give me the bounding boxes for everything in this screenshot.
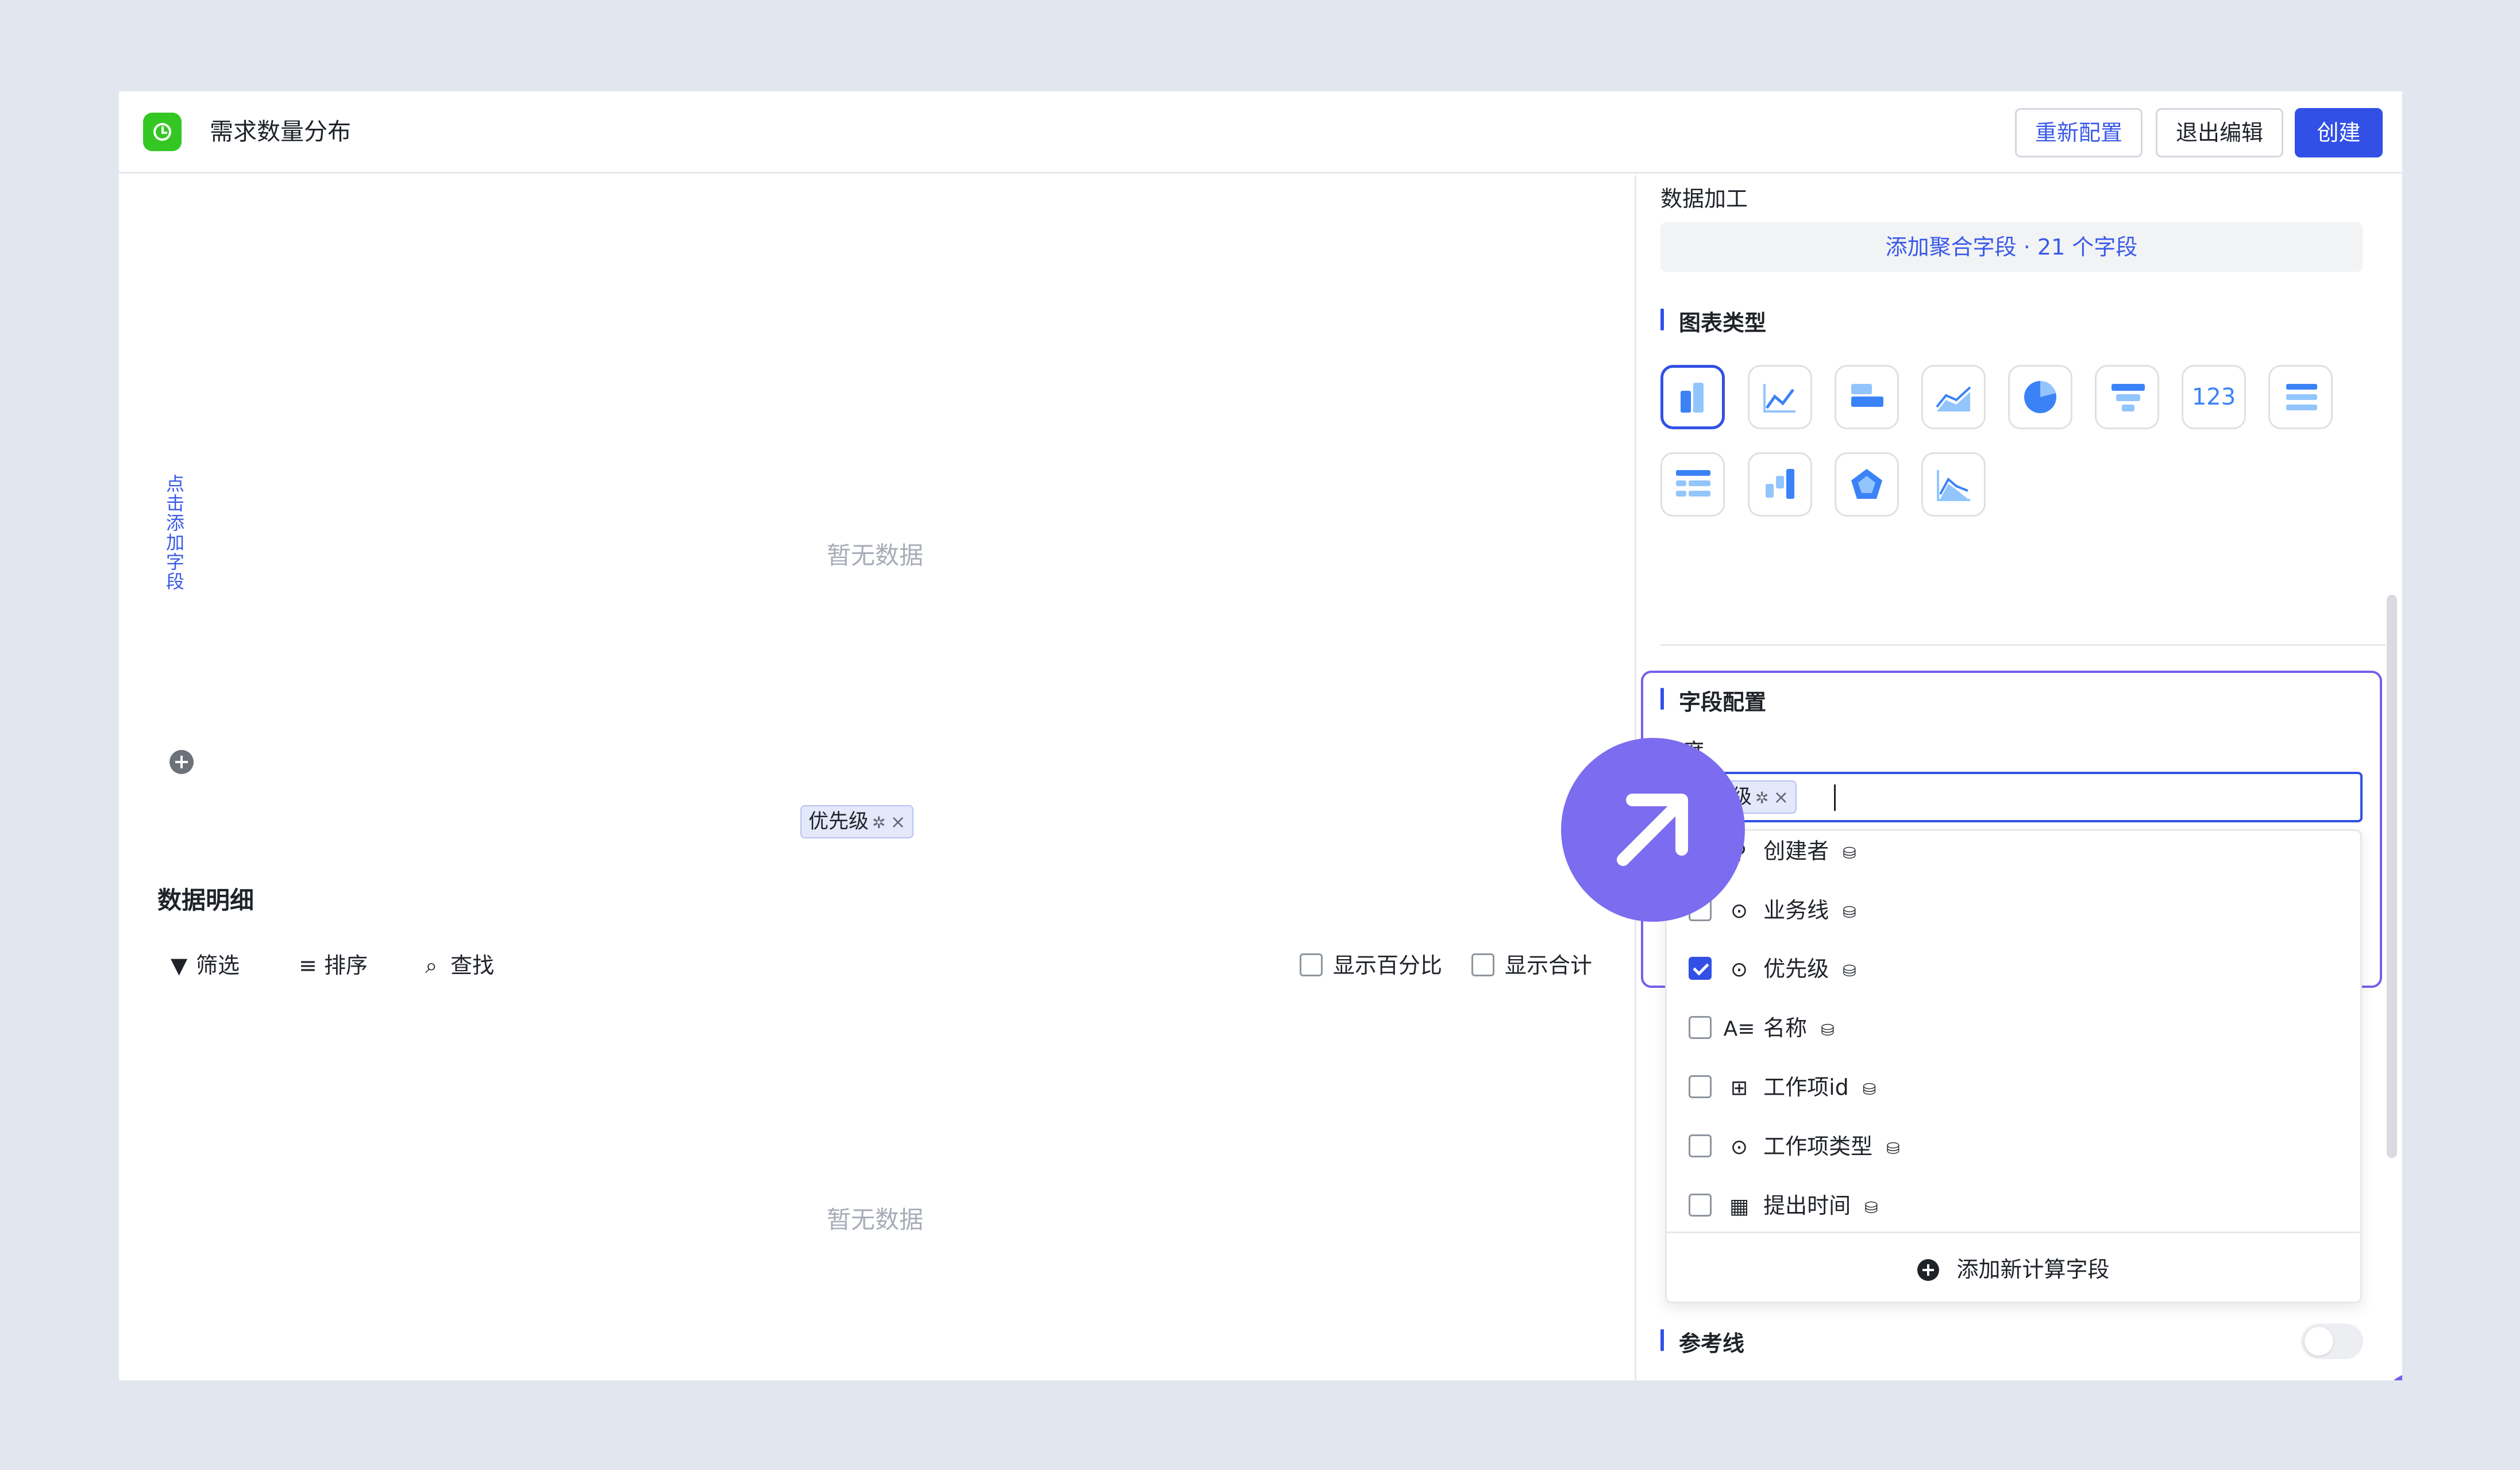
option-checkbox[interactable] xyxy=(1689,1134,1712,1157)
pie-chart-icon[interactable] xyxy=(2008,365,2072,429)
filter-icon: ▼ xyxy=(171,953,188,978)
top-bar: 需求数量分布 重新配置 退出编辑 创建 xyxy=(119,91,2402,174)
database-icon: ⛁ xyxy=(1821,1021,1835,1040)
dropdown-option[interactable]: ⊙ 工作项类型 ⛁ xyxy=(1689,1126,1900,1167)
field-config-heading: 字段配置 xyxy=(1660,684,1766,716)
option-checkbox[interactable] xyxy=(1689,1075,1712,1098)
dropdown-divider xyxy=(1667,1232,2360,1233)
show-percent-label: 显示百分比 xyxy=(1333,953,1443,978)
database-icon: ⛁ xyxy=(1843,961,1856,980)
database-icon: ⛁ xyxy=(1843,844,1856,863)
waterfall-chart-icon[interactable] xyxy=(1748,452,1812,517)
filter-label: 筛选 xyxy=(196,953,240,978)
select-circle-icon: ⊙ xyxy=(1730,1136,1748,1159)
reference-line-heading: 参考线 xyxy=(1660,1326,1744,1357)
show-percent-option[interactable]: 显示百分比 xyxy=(1300,948,1442,983)
config-panel: 数据加工 添加聚合字段 · 21 个字段 图表类型 123 字段配置 ✲ × 参… xyxy=(1636,175,2402,1380)
pivot-table-icon[interactable] xyxy=(1660,452,1725,517)
search-icon: ⌕ xyxy=(425,953,438,978)
create-button[interactable]: 创建 xyxy=(2295,108,2383,157)
close-icon[interactable]: × xyxy=(1773,786,1789,808)
data-processing-label: 数据加工 xyxy=(1660,186,1748,211)
filter-button[interactable]: ▼ 筛选 xyxy=(171,948,240,983)
dropdown-option[interactable]: A≡ 名称 ⛁ xyxy=(1689,1008,1835,1048)
reference-line-toggle[interactable] xyxy=(2301,1323,2363,1359)
column-chart-icon[interactable] xyxy=(1660,365,1725,429)
database-icon: ⛁ xyxy=(1862,1080,1876,1099)
option-label: 名称 xyxy=(1763,1015,1808,1041)
add-calc-field-button[interactable]: 添加新计算字段 xyxy=(1667,1241,2360,1298)
chart-empty-text: 暂无数据 xyxy=(827,541,924,569)
option-checkbox[interactable] xyxy=(1689,1194,1712,1217)
gear-icon[interactable]: ✲ xyxy=(1755,788,1768,807)
add-field-vertical-link[interactable]: 点击添加字段 xyxy=(162,474,185,591)
database-icon: ⛁ xyxy=(1843,903,1856,922)
text-caret xyxy=(1834,784,1836,811)
exit-edit-button[interactable]: 退出编辑 xyxy=(2156,108,2283,157)
gear-icon[interactable]: ✲ xyxy=(872,813,885,832)
number-card-icon[interactable]: 123 xyxy=(2182,365,2246,429)
option-checkbox[interactable] xyxy=(1689,1016,1712,1039)
add-plus-icon[interactable] xyxy=(169,750,194,774)
list-chart-icon[interactable] xyxy=(2268,365,2333,429)
dropdown-option[interactable]: ⊙ 优先级 ⛁ xyxy=(1689,949,1856,989)
report-editor-window: 需求数量分布 重新配置 退出编辑 创建 点击添加字段 暂无数据 优先级 ✲ × 数据… xyxy=(119,91,2402,1380)
option-label: 优先级 xyxy=(1763,956,1829,982)
panel-scrollbar[interactable] xyxy=(2387,595,2397,1158)
section-divider xyxy=(1660,644,2386,646)
help-button[interactable]: ?帮助 xyxy=(2383,1373,2402,1380)
sort-button[interactable]: ≡ 排序 xyxy=(299,948,368,983)
dimension-dropdown: ⚲ 创建者⛁ ⊙ 业务线⛁ ⊙ 优先级⛁ A≡ 名称⛁ ⊞ 工作项id⛁ ⊙ 工… xyxy=(1665,829,2362,1303)
text-field-icon: A≡ xyxy=(1723,1017,1755,1041)
add-circle-icon xyxy=(1917,1259,1940,1281)
add-aggregate-field-button[interactable]: 添加聚合字段 · 21 个字段 xyxy=(1660,222,2363,272)
database-icon: ⛁ xyxy=(1864,1198,1878,1217)
table-empty-text: 暂无数据 xyxy=(827,1206,924,1234)
x-axis-dimension-chip[interactable]: 优先级 ✲ × xyxy=(800,805,914,838)
line-chart-icon[interactable] xyxy=(1748,365,1812,429)
arrow-up-right-icon xyxy=(1561,738,1745,922)
radar-chart-icon[interactable] xyxy=(1835,452,1899,517)
calendar-icon: ▦ xyxy=(1729,1195,1749,1218)
option-label: 提出时间 xyxy=(1763,1193,1851,1218)
option-label: 工作项类型 xyxy=(1763,1134,1873,1159)
bar-chart-icon[interactable] xyxy=(1835,365,1899,429)
sort-icon: ≡ xyxy=(299,953,317,978)
sort-label: 排序 xyxy=(324,953,368,978)
database-icon: ⛁ xyxy=(1886,1139,1900,1158)
chip-label: 优先级 xyxy=(808,810,869,833)
reconfigure-button[interactable]: 重新配置 xyxy=(2015,108,2143,157)
option-label: 工作项id xyxy=(1763,1075,1849,1100)
chart-type-heading: 图表类型 xyxy=(1660,305,1766,337)
select-circle-icon: ⊙ xyxy=(1730,958,1748,982)
dashboard-app-icon xyxy=(143,113,182,151)
show-total-label: 显示合计 xyxy=(1505,953,1593,978)
number-field-icon: ⊞ xyxy=(1730,1076,1748,1100)
option-label: 创建者 xyxy=(1763,838,1829,864)
search-button[interactable]: ⌕ 查找 xyxy=(425,948,494,983)
search-label: 查找 xyxy=(450,953,495,978)
dropdown-option[interactable]: ⊞ 工作项id ⛁ xyxy=(1689,1067,1876,1107)
option-label: 业务线 xyxy=(1763,898,1829,923)
dimension-select-input[interactable]: 优先级✲× xyxy=(1660,772,2363,822)
add-calc-field-label: 添加新计算字段 xyxy=(1956,1257,2110,1282)
combo-chart-icon[interactable] xyxy=(1921,452,1986,517)
data-details-title: 数据明细 xyxy=(157,886,255,914)
funnel-chart-icon[interactable] xyxy=(2095,365,2159,429)
area-chart-icon[interactable] xyxy=(1921,365,1986,429)
show-percent-checkbox[interactable] xyxy=(1300,953,1323,976)
page-title: 需求数量分布 xyxy=(210,118,351,145)
show-total-option[interactable]: 显示合计 xyxy=(1471,948,1592,983)
chart-canvas: 点击添加字段 暂无数据 优先级 ✲ × 数据明细 ▼ 筛选 ≡ 排序 ⌕ 查找 显示百分比… xyxy=(119,175,1635,1380)
dropdown-option[interactable]: ▦ 提出时间 ⛁ xyxy=(1689,1186,1878,1226)
show-total-checkbox[interactable] xyxy=(1471,953,1494,976)
option-checkbox-checked[interactable] xyxy=(1689,957,1712,980)
close-icon[interactable]: × xyxy=(890,811,905,833)
